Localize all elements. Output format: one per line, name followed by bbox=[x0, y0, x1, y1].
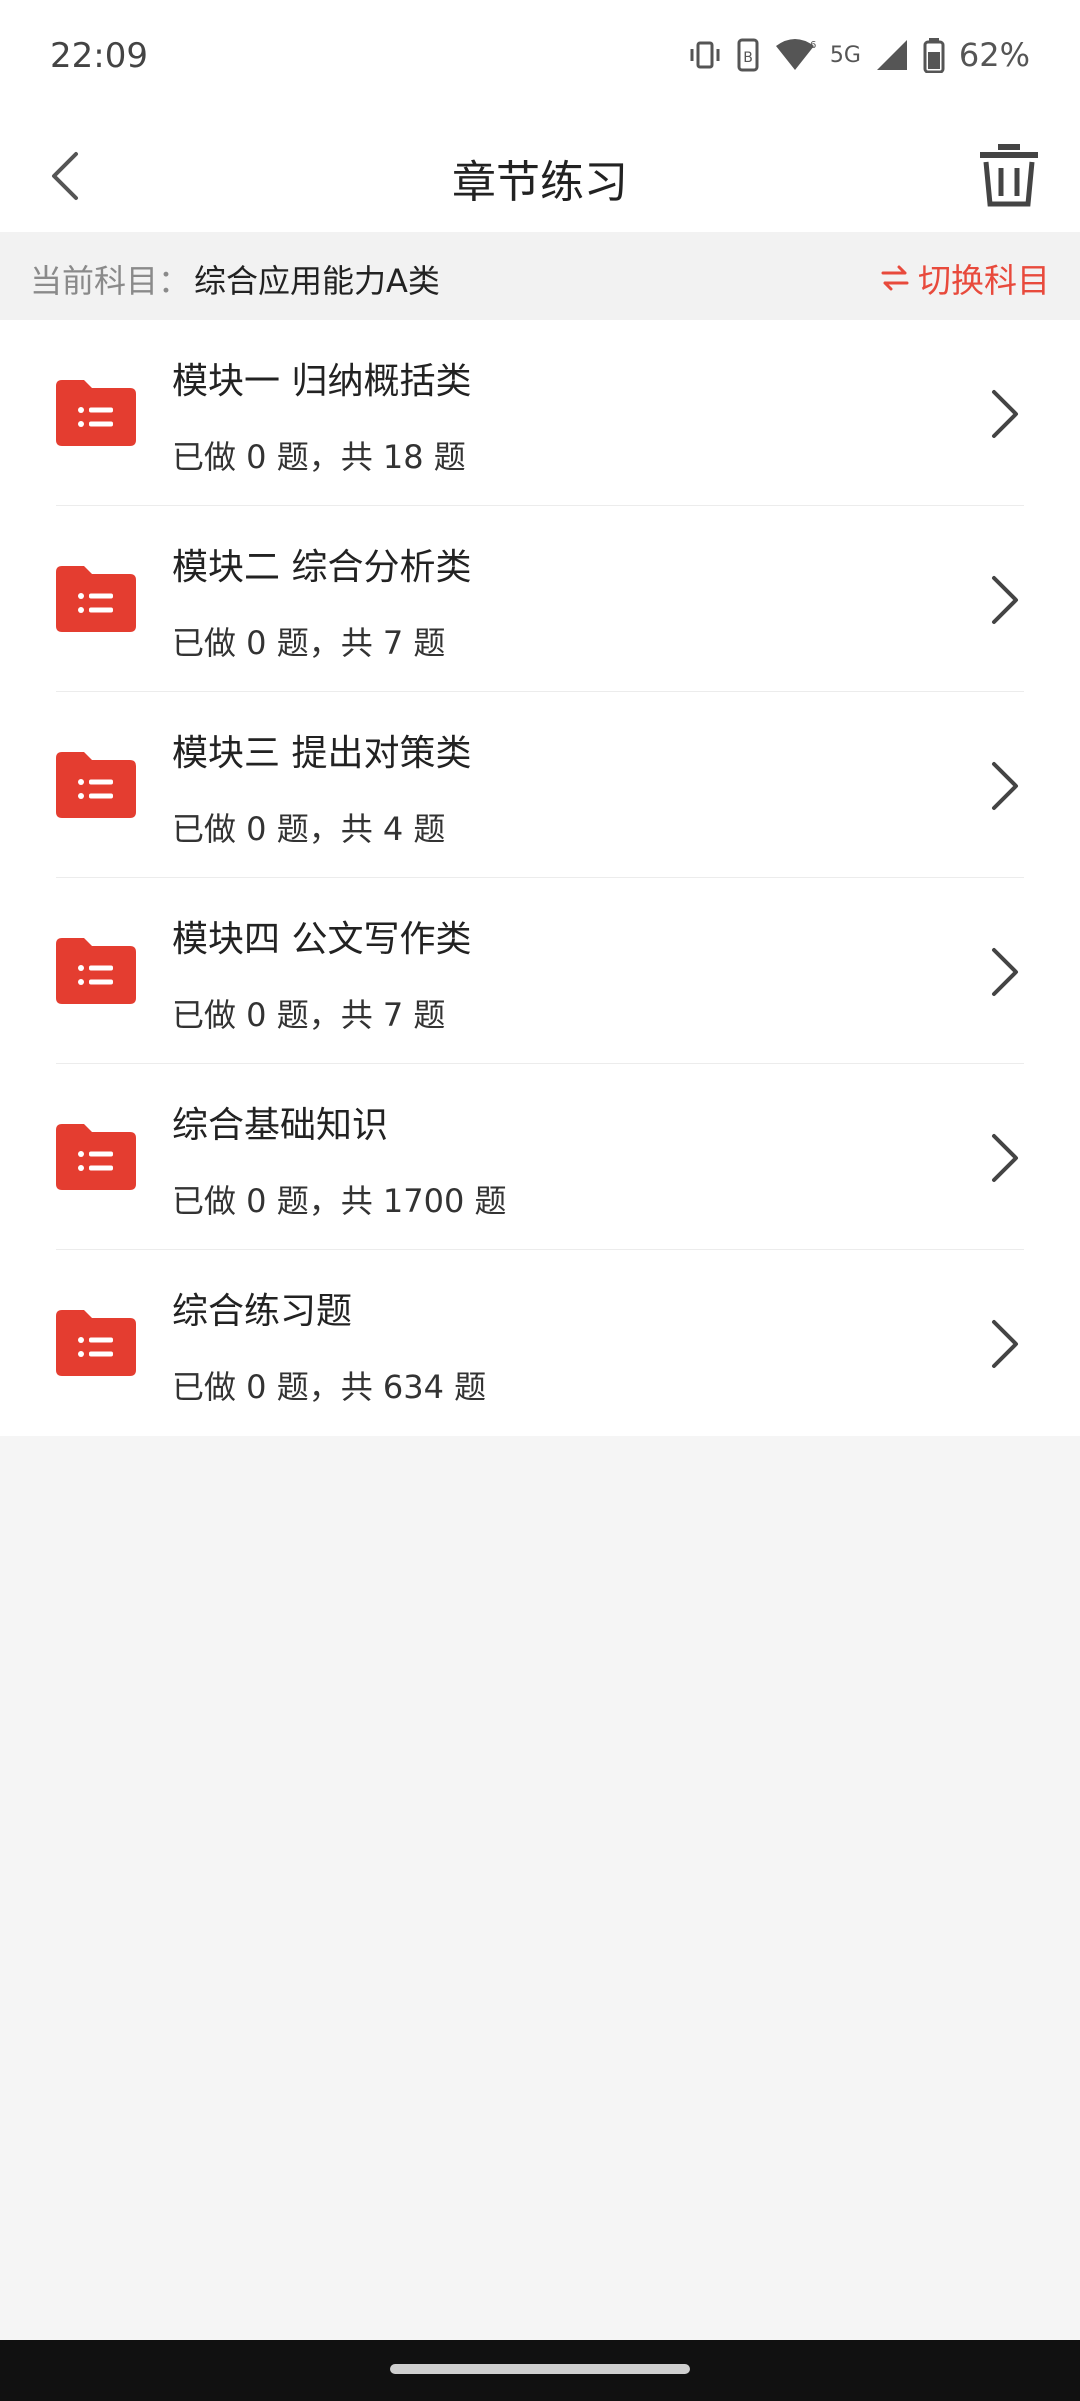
data-saver-icon: B bbox=[737, 38, 759, 72]
status-bar: 22:09 B 6 5G 62% bbox=[0, 0, 1080, 120]
chapter-name: 综合练习题 bbox=[172, 1291, 353, 1332]
chapter-item[interactable]: 综合练习题 已做 0 题，共 634 题 bbox=[0, 1250, 1080, 1436]
chapter-item[interactable]: 模块三 提出对策类 已做 0 题，共 4 题 bbox=[0, 692, 1080, 878]
chevron-right-icon bbox=[992, 948, 1018, 996]
page-title: 章节练习 bbox=[452, 157, 628, 208]
subject-label: 当前科目： bbox=[30, 262, 191, 300]
gesture-bar bbox=[0, 2340, 1080, 2401]
folder-list-icon bbox=[56, 380, 136, 446]
chapter-name: 综合基础知识 bbox=[172, 1105, 389, 1146]
vibrate-icon bbox=[690, 41, 720, 69]
chevron-right-icon bbox=[992, 1320, 1018, 1368]
subject-value: 综合应用能力A类 bbox=[194, 262, 440, 300]
chapter-name: 模块四 公文写作类 bbox=[172, 919, 472, 960]
chapter-list: 模块一 归纳概括类 已做 0 题，共 18 题 模块二 综合分析类 已做 0 题… bbox=[0, 320, 1080, 1436]
battery-icon bbox=[923, 38, 945, 73]
chevron-right-icon bbox=[992, 1134, 1018, 1182]
chapter-progress: 已做 0 题，共 634 题 bbox=[172, 1368, 487, 1406]
switch-subject-button[interactable]: 切换科目 bbox=[880, 254, 1050, 302]
switch-subject-label: 切换科目 bbox=[918, 261, 1050, 300]
chapter-progress: 已做 0 题，共 7 题 bbox=[172, 624, 446, 662]
status-icons: B 6 5G 62% bbox=[688, 36, 1030, 74]
home-indicator[interactable] bbox=[390, 2364, 690, 2374]
chapter-item[interactable]: 模块四 公文写作类 已做 0 题，共 7 题 bbox=[0, 878, 1080, 1064]
network-type: 5G bbox=[829, 42, 861, 68]
nav-bar: 章节练习 bbox=[0, 120, 1080, 232]
folder-list-icon bbox=[56, 752, 136, 818]
chapter-name: 模块三 提出对策类 bbox=[172, 733, 472, 774]
svg-text:B: B bbox=[743, 50, 753, 66]
wifi-icon: 6 bbox=[775, 39, 816, 70]
chapter-item[interactable]: 模块一 归纳概括类 已做 0 题，共 18 题 bbox=[0, 320, 1080, 506]
swap-icon bbox=[881, 265, 909, 291]
chapter-progress: 已做 0 题，共 18 题 bbox=[172, 438, 466, 476]
chapter-name: 模块一 归纳概括类 bbox=[172, 361, 472, 402]
chapter-progress: 已做 0 题，共 4 题 bbox=[172, 810, 446, 848]
chevron-right-icon bbox=[992, 576, 1018, 624]
chapter-name: 模块二 综合分析类 bbox=[172, 547, 472, 588]
svg-text:6: 6 bbox=[810, 40, 816, 51]
chapter-progress: 已做 0 题，共 7 题 bbox=[172, 996, 446, 1034]
status-time: 22:09 bbox=[50, 36, 148, 76]
chevron-right-icon bbox=[992, 390, 1018, 438]
chevron-right-icon bbox=[992, 762, 1018, 810]
chapter-item[interactable]: 综合基础知识 已做 0 题，共 1700 题 bbox=[0, 1064, 1080, 1250]
trash-icon[interactable] bbox=[974, 140, 1044, 210]
battery-percent: 62% bbox=[958, 36, 1030, 74]
folder-list-icon bbox=[56, 566, 136, 632]
signal-icon bbox=[876, 40, 907, 70]
chapter-progress: 已做 0 题，共 1700 题 bbox=[172, 1182, 507, 1220]
folder-list-icon bbox=[56, 1124, 136, 1190]
subject-bar: 当前科目： 综合应用能力A类 切换科目 bbox=[0, 232, 1080, 320]
chapter-item[interactable]: 模块二 综合分析类 已做 0 题，共 7 题 bbox=[0, 506, 1080, 692]
folder-list-icon bbox=[56, 938, 136, 1004]
folder-list-icon bbox=[56, 1310, 136, 1376]
